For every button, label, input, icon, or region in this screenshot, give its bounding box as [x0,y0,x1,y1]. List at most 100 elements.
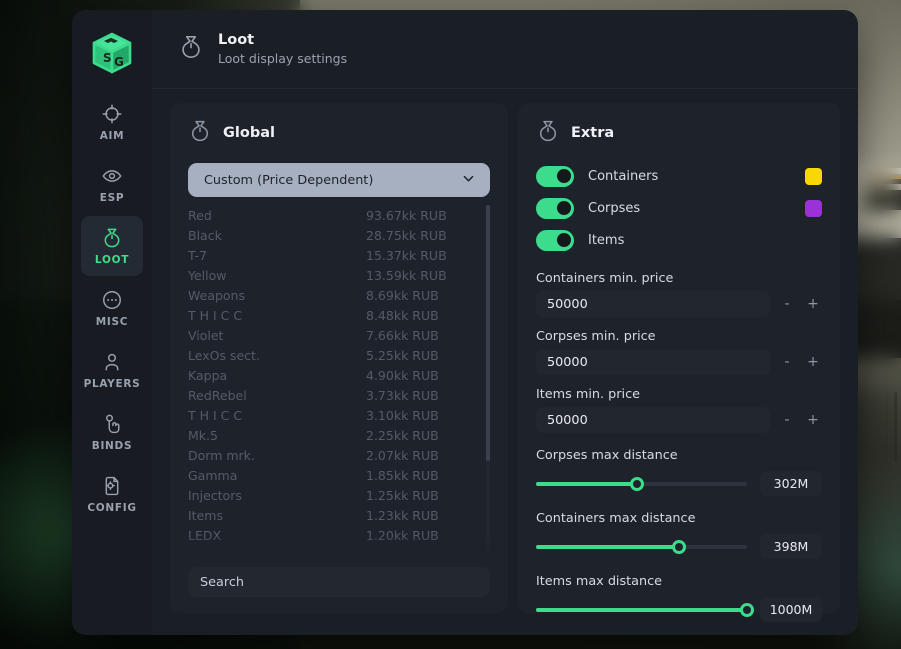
toggle-corpses[interactable] [536,197,574,219]
price-field-row: 50000- + [536,407,822,433]
slider-label: Items max distance [536,574,663,589]
eye-icon [101,165,123,187]
decrement-button[interactable]: - [778,351,796,373]
toggle-containers[interactable] [536,165,574,187]
loot-item-name: T-7 [188,247,207,263]
price-input[interactable]: 50000 [536,349,770,375]
loot-item-name: T H I C C [188,307,243,323]
loot-item-price: 1.23kk RUB [366,507,439,523]
price-input[interactable]: 50000 [536,291,770,317]
price-field-label: Items min. price [536,387,640,402]
crosshair-icon [101,103,123,125]
slider-value: 398M [760,534,822,559]
loot-list-item[interactable]: RedRebel 3.73kk RUB [188,385,484,405]
toggle-items[interactable] [536,229,574,251]
person-icon [101,351,123,373]
loot-item-name: Kappa [188,367,228,383]
loot-item-name: RedRebel [188,387,247,403]
increment-button[interactable]: + [804,409,822,431]
loot-item-name: Black [188,227,222,243]
sidebar-item-loot[interactable]: LOOT [81,216,143,276]
slider-track-area[interactable] [536,602,754,617]
slider-handle[interactable] [672,539,687,554]
slider-value: 302M [760,471,822,496]
scrollbar-thumb[interactable] [486,205,490,462]
loot-bag-icon [536,119,560,147]
loot-list-item[interactable]: Black 28.75kk RUB [188,225,484,245]
toggle-row: Containers [536,163,822,189]
slider-handle[interactable] [630,476,645,491]
decrement-button[interactable]: - [778,409,796,431]
color-swatch-corpses[interactable] [805,199,822,217]
svg-text:G: G [114,55,124,69]
loot-item-price: 7.66kk RUB [366,327,439,343]
sidebar-item-label: BINDS [91,439,133,452]
loot-list-item[interactable]: Injectors 1.25kk RUB [188,485,484,505]
loot-item-price: 1.20kk RUB [366,527,439,543]
slider-handle[interactable] [740,602,754,617]
loot-list-item[interactable]: Yellow 13.59kk RUB [188,265,484,285]
loot-item-name: LEDX [188,527,222,543]
loot-item-price: 1.85kk RUB [366,467,439,483]
color-swatch-containers[interactable] [805,167,822,185]
loot-preset-dropdown[interactable]: Custom (Price Dependent) [188,163,490,197]
loot-list-item[interactable]: Dorm mrk. 2.07kk RUB [188,445,484,465]
loot-list-scrollbar[interactable] [486,205,490,561]
loot-list-item[interactable]: LexOs sect. 5.25kk RUB [188,345,484,365]
slider-row: 1000M [536,597,822,622]
loot-item-price: 28.75kk RUB [366,227,447,243]
loot-item-price: 4.90kk RUB [366,367,439,383]
svg-text:S: S [103,51,112,65]
toggle-label: Items [588,232,625,248]
slider-row: 398M [536,534,822,559]
increment-button[interactable]: + [804,351,822,373]
decrement-button[interactable]: - [778,293,796,315]
slider-group: Containers max distance 398M [536,511,822,559]
file-gear-icon [101,475,123,497]
slider-track-area[interactable] [536,539,747,554]
toggle-row: Items [536,227,822,253]
loot-bag-icon [178,34,204,64]
slider-track-area[interactable] [536,476,747,491]
loot-list-item[interactable]: Mk.5 2.25kk RUB [188,425,484,445]
slider-group: Items max distance 1000M [536,574,822,622]
loot-list-item[interactable]: T-7 15.37kk RUB [188,245,484,265]
extra-panel-header: Extra [536,119,822,147]
loot-list-item[interactable]: Gamma 1.85kk RUB [188,465,484,485]
isometric-cube-logo[interactable]: S G [87,28,137,78]
price-field-label: Corpses min. price [536,329,656,344]
toggle-knob [557,201,571,215]
loot-list-item[interactable]: LEDX 1.20kk RUB [188,525,484,545]
hand-tap-icon [101,413,123,435]
page-title: Loot [218,32,255,48]
extra-panel-title: Extra [571,125,615,141]
loot-list-item[interactable]: Red 93.67kk RUB [188,205,484,225]
loot-list-item[interactable]: Items 1.23kk RUB [188,505,484,525]
sidebar-item-binds[interactable]: BINDS [81,402,143,462]
loot-list[interactable]: Red 93.67kk RUB Black 28.75kk RUB T-7 15.37kk… [188,205,490,561]
loot-list-item[interactable]: T H I C C 3.10kk RUB [188,405,484,425]
loot-item-name: Injectors [188,487,242,503]
price-input[interactable]: 50000 [536,407,770,433]
loot-item-name: Mk.5 [188,427,218,443]
global-panel: Global Custom (Price Dependent) Red 93.67… [170,103,508,613]
search-input[interactable]: Search [188,567,490,597]
sidebar-item-config[interactable]: CONFIG [81,464,143,524]
loot-list-item[interactable]: Weapons 8.69kk RUB [188,285,484,305]
content-area: Loot Loot display settings Global Custom… [152,10,858,635]
sidebar-item-label: AIM [99,129,125,142]
sidebar-item-label: ESP [99,191,125,204]
sidebar-item-players[interactable]: PLAYERS [81,340,143,400]
loot-list-item[interactable]: Kappa 4.90kk RUB [188,365,484,385]
loot-list-item[interactable]: Violet 7.66kk RUB [188,325,484,345]
sidebar-item-esp[interactable]: ESP [81,154,143,214]
panels-container: Global Custom (Price Dependent) Red 93.67… [152,89,858,635]
sidebar-item-misc[interactable]: MISC [81,278,143,338]
slider-label: Containers max distance [536,511,696,526]
price-field-group: Items min. price 50000- + [536,387,822,433]
sidebar-item-aim[interactable]: AIM [81,92,143,152]
loot-list-item[interactable]: T H I C C 8.48kk RUB [188,305,484,325]
extra-toggles: Containers Corpses Items [536,163,822,259]
increment-button[interactable]: + [804,293,822,315]
page-header: Loot Loot display settings [152,10,858,89]
